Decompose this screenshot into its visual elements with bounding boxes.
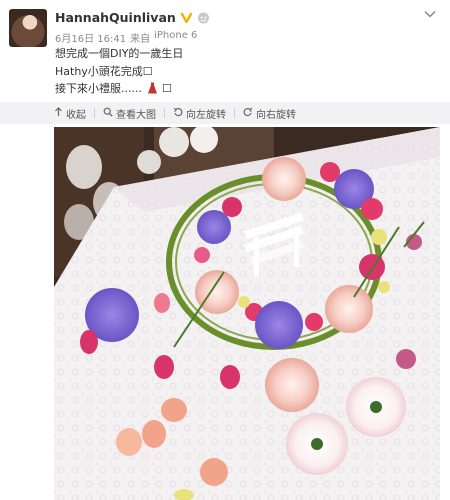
view-large-label: 查看大图 (116, 109, 156, 121)
post-header: HannahQuinlivan (55, 10, 210, 25)
post-text-line-3-text: 接下來小禮服...... (55, 82, 142, 95)
image-toolbar: 收起 查看大图 向左旋转 向右旋转 (0, 102, 450, 124)
post-meta: 6月16日 16:41 来自 iPhone 6 (55, 30, 197, 45)
post-text-line-2: Hathy小頭花完成☐ (55, 64, 153, 78)
source-prefix: 来自 (130, 34, 151, 45)
rotate-right-button[interactable]: 向右旋转 (235, 106, 304, 121)
rotate-left-icon (173, 107, 183, 120)
collapse-button[interactable]: 收起 (0, 106, 94, 121)
rotate-left-label: 向左旋转 (186, 109, 226, 121)
magnifier-icon (103, 107, 113, 120)
rotate-left-button[interactable]: 向左旋转 (165, 106, 234, 121)
weibo-post: HannahQuinlivan 6月16日 16:41 来自 iPhone 6 … (0, 0, 450, 500)
dress-emoji-icon (147, 82, 158, 100)
post-text-line-1: 想完成一個DIY的一歲生日 (55, 47, 184, 60)
source-device[interactable]: iPhone 6 (154, 30, 197, 45)
view-large-button[interactable]: 查看大图 (95, 106, 164, 121)
post-text-line-3: 接下來小禮服...... ☐ (55, 80, 183, 100)
rotate-right-icon (243, 107, 253, 120)
chevron-down-icon[interactable] (422, 6, 438, 22)
post-photo[interactable] (54, 127, 440, 500)
avatar[interactable] (9, 9, 47, 47)
rotate-right-label: 向右旋转 (256, 109, 296, 121)
timestamp[interactable]: 6月16日 16:41 (55, 30, 126, 45)
flower-crown-photo (54, 127, 440, 500)
arrow-up-icon (54, 106, 63, 120)
verified-v-icon[interactable] (180, 11, 193, 24)
post-text: 想完成一個DIY的一歲生日 Hathy小頭花完成☐ 接下來小禮服...... ☐ (55, 45, 183, 100)
box-glyph: ☐ (161, 82, 172, 95)
collapse-label: 收起 (66, 109, 86, 121)
member-badge-icon[interactable] (197, 11, 210, 24)
username-link[interactable]: HannahQuinlivan (55, 10, 176, 25)
